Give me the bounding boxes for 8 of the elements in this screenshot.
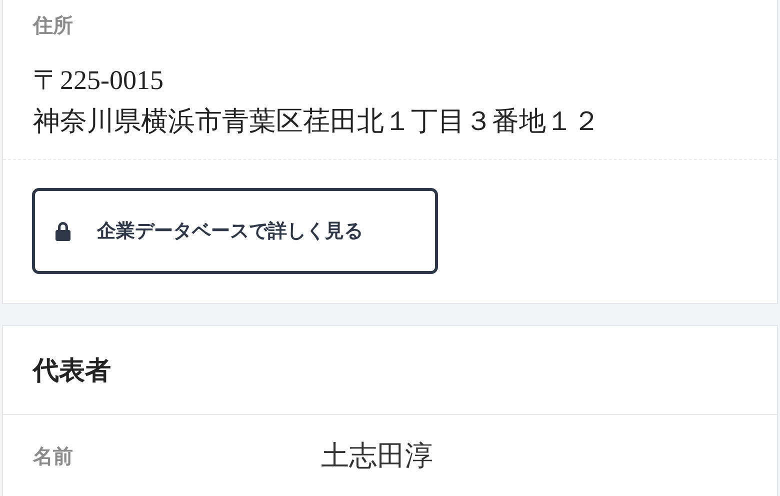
field-label: 名前 xyxy=(33,443,74,470)
address-text: 神奈川県横浜市青葉区荏田北１丁目３番地１２ xyxy=(33,105,600,138)
field-value: 土志田淳 xyxy=(321,440,433,474)
section-title: 代表者 xyxy=(33,354,111,388)
field-label: 住所 xyxy=(33,12,73,39)
lock-icon xyxy=(55,221,71,241)
database-button[interactable]: 企業データベースで詳しく見る xyxy=(32,188,438,274)
address-text: 〒225-0015 xyxy=(33,64,164,97)
